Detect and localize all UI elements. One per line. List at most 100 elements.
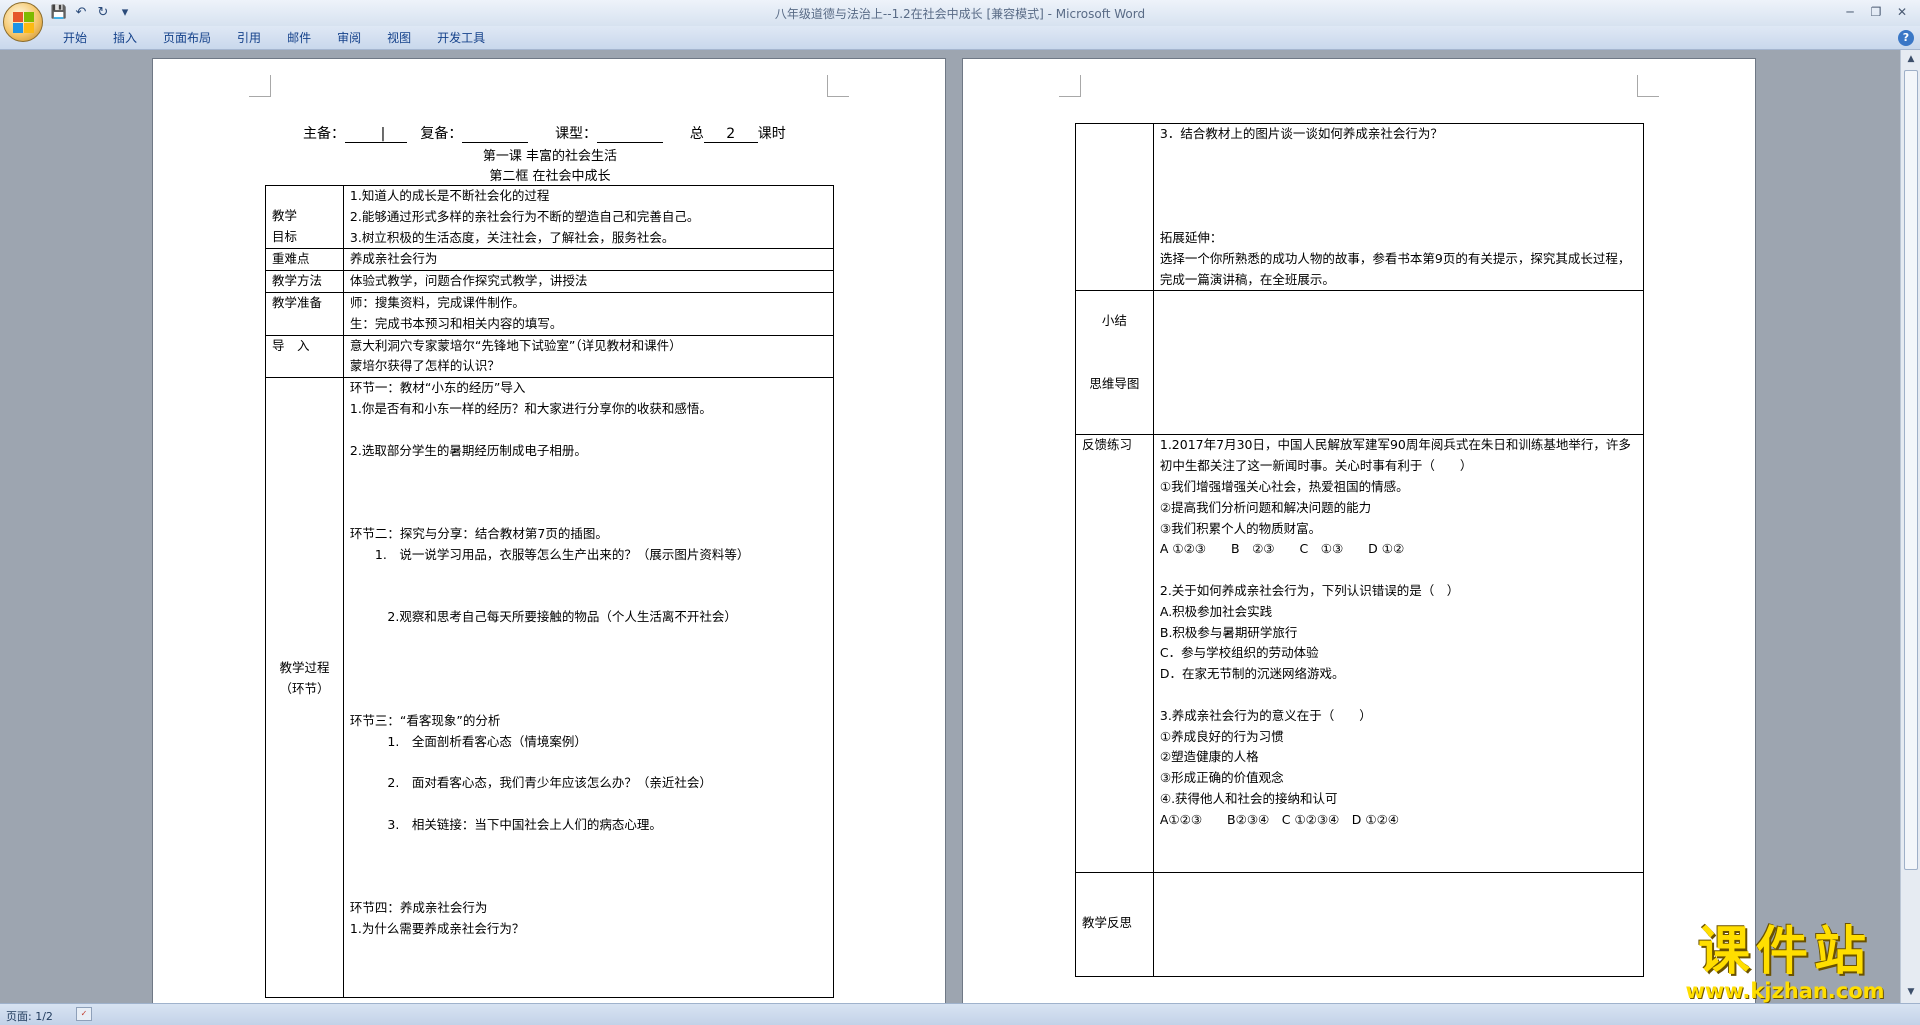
text-line: 2.关于如何养成亲社会行为，下列认识错误的是（ ） — [1159, 582, 1460, 598]
ribbon-tab[interactable]: 视图 — [374, 29, 424, 47]
text-line — [1160, 685, 1637, 706]
table-row: 重难点 养成亲社会行为 — [265, 248, 835, 272]
text-line — [350, 690, 827, 711]
text-line — [350, 503, 827, 524]
help-icon[interactable]: ? — [1898, 30, 1914, 46]
text-line: ①我们增强增强关心社会，热爱祖国的情感。 — [1159, 478, 1409, 494]
table-row: 反馈练习 1.2017年7月30日，中国人民解放军建军90周年阅兵式在朱日和训练… — [1075, 434, 1645, 874]
text-line: 1.你是否有和小东一样的经历？和大家进行分享你的收获和感悟。 — [349, 400, 712, 416]
scroll-up-icon[interactable]: ▲ — [1904, 52, 1918, 66]
scroll-thumb[interactable] — [1904, 70, 1918, 870]
section-title: 第二框 在社会中成长 — [489, 169, 611, 184]
text-line: 环节三：“看客现象”的分析 — [349, 712, 501, 728]
text-line: ②塑造健康的人格 — [1159, 749, 1259, 765]
table-row: 教学准备 师：搜集资料，完成课件制作。 生：完成书本预习和相关内容的填写。 — [265, 291, 835, 336]
text-line: 选择一个你所熟悉的成功人物的故事，参看书本第9页的有关提示，探究其成长过程，完成… — [1159, 250, 1631, 287]
intro-cell[interactable]: 意大利洞穴专家蒙培尔“先锋地下试验室”（详见教材和课件） 蒙培尔获得了怎样的认识… — [342, 334, 835, 379]
total-hours[interactable]: 2 — [703, 126, 758, 143]
process-cell[interactable]: 环节一：教材“小东的经历”导入 1.你是否有和小东一样的经历？和大家进行分享你的收… — [342, 377, 835, 999]
prep-cell[interactable]: 师：搜集资料，完成课件制作。 生：完成书本预习和相关内容的填写。 — [342, 291, 835, 336]
text-line: 环节四：养成亲社会行为 — [349, 900, 488, 916]
intro-item: 意大利洞穴专家蒙培尔“先锋地下试验室”（详见教材和课件） — [349, 337, 682, 353]
text-line: 环节一：教材“小东的经历”导入 — [349, 380, 526, 396]
text-line — [350, 420, 827, 441]
intro-label: 导 入 — [265, 334, 344, 379]
ribbon-tab[interactable]: 页面布局 — [150, 29, 224, 47]
key-label: 重难点 — [265, 248, 344, 272]
text-line: ④.获得他人和社会的接纳和认可 — [1159, 790, 1338, 806]
feedback-cell[interactable]: 1.2017年7月30日，中国人民解放军建军90周年阅兵式在朱日和训练基地举行，… — [1152, 434, 1645, 874]
text-line: A.积极参加社会实践 — [1159, 603, 1273, 619]
zhubei-blank[interactable]: | — [345, 126, 407, 143]
text-line: 1. 说一说学习用品，衣服等怎么生产出来的？（展示图片资料等） — [349, 546, 750, 562]
text-line: ③形成正确的价值观念 — [1159, 770, 1284, 786]
text-line — [350, 649, 827, 670]
key-cell[interactable]: 养成亲社会行为 — [342, 248, 835, 272]
summary-cell[interactable] — [1152, 290, 1645, 436]
ribbon-tabs: 开始 插入 页面布局 引用 邮件 审阅 视图 开发工具 — [50, 29, 498, 47]
text-line: ②提高我们分析问题和解决问题的能力 — [1159, 499, 1372, 515]
office-button[interactable] — [3, 2, 43, 42]
text-line: 1.2017年7月30日，中国人民解放军建军90周年阅兵式在朱日和训练基地举行，… — [1159, 437, 1631, 474]
ribbon-tab-bar: 开始 插入 页面布局 引用 邮件 审阅 视图 开发工具 ? — [0, 26, 1920, 50]
title-bar: 💾 ↶ ↻ ▾ 八年级道德与法治上--1.2在社会中成长 [兼容模式] - Mi… — [0, 0, 1920, 26]
table-row: 教学过程 （环节） 环节一：教材“小东的经历”导入 1.你是否有和小东一样的经历？… — [265, 377, 835, 999]
goal-item: 3.树立积极的生活态度，关注社会，了解社会，服务社会。 — [349, 229, 675, 245]
summary-label: 小结 思维导图 — [1075, 290, 1154, 436]
document-page-1[interactable]: 主备： | 复备： 课型： 总 2 课时 第一课 丰富的社会生活 第二框 在社会中成… — [152, 58, 946, 1008]
fubei-blank[interactable] — [462, 126, 529, 143]
goals-cell[interactable]: 1.知道人的成长是不断社会化的过程 2.能够通过形式多样的亲社会行为不断的塑造自… — [342, 184, 835, 250]
table-row: 教学反思 — [1075, 872, 1645, 978]
lesson-title: 第一课 丰富的社会生活 — [482, 149, 618, 164]
crop-mark — [1059, 75, 1081, 97]
proofing-icon[interactable]: ✓ — [76, 1007, 92, 1021]
text-line: 3．结合教材上的图片谈一谈如何养成亲社会行为？ — [1159, 126, 1443, 141]
page-count[interactable]: 页面: 1/2 — [6, 1008, 53, 1024]
office-logo-icon — [13, 12, 35, 34]
method-label: 教学方法 — [265, 270, 344, 293]
text-line: 环节二：探究与分享：结合教材第7页的插图。 — [349, 525, 608, 541]
ribbon-tab[interactable]: 开发工具 — [424, 29, 498, 47]
text-line — [350, 669, 827, 690]
scroll-down-icon[interactable]: ▼ — [1904, 985, 1918, 999]
method-cell[interactable]: 体验式教学，问题合作探究式教学，讲授法 — [342, 270, 835, 293]
text-line — [1160, 207, 1637, 228]
text-line — [350, 857, 827, 878]
lesson-plan-table: 教学 目标 1.知道人的成长是不断社会化的过程 2.能够通过形式多样的亲社会行为… — [265, 184, 835, 999]
kexing-blank[interactable] — [597, 126, 664, 143]
continuation-cell[interactable]: 3．结合教材上的图片谈一谈如何养成亲社会行为？ 拓展延伸： 选择一个你所熟悉的成功人… — [1152, 122, 1645, 292]
reflect-cell[interactable] — [1152, 872, 1645, 978]
text-line: B.积极参与暑期研学旅行 — [1159, 624, 1298, 640]
lesson-plan-table-continued: 3．结合教材上的图片谈一谈如何养成亲社会行为？ 拓展延伸： 选择一个你所熟悉的成功人… — [1075, 122, 1645, 978]
ribbon-tab[interactable]: 插入 — [100, 29, 150, 47]
document-page-2[interactable]: 3．结合教材上的图片谈一谈如何养成亲社会行为？ 拓展延伸： 选择一个你所熟悉的成功人… — [962, 58, 1756, 1008]
crop-mark — [249, 75, 271, 97]
reflect-label: 教学反思 — [1075, 872, 1154, 978]
text-line — [1160, 166, 1637, 187]
text-line — [1160, 560, 1637, 581]
text-line — [1160, 145, 1637, 166]
text-line: D．在家无节制的沉迷网络游戏。 — [1159, 666, 1345, 682]
text-line: 3.养成亲社会行为的意义在于（ ） — [1159, 707, 1372, 723]
text-line — [350, 753, 827, 774]
watermark-url: www.kjzhan.com — [1685, 979, 1885, 1003]
text-line — [1160, 186, 1637, 207]
ribbon-tab[interactable]: 开始 — [50, 29, 100, 47]
feedback-label: 反馈练习 — [1075, 434, 1154, 874]
ribbon-tab[interactable]: 邮件 — [274, 29, 324, 47]
fubei-label: 复备： — [420, 126, 463, 142]
vertical-scrollbar[interactable]: ▲ ▼ — [1900, 50, 1920, 1003]
text-line — [350, 461, 827, 482]
close-icon[interactable]: ✕ — [1890, 3, 1914, 21]
text-line — [350, 836, 827, 857]
zhubei-label: 主备： — [303, 126, 345, 142]
goal-item: 1.知道人的成长是不断社会化的过程 — [349, 188, 550, 203]
crop-mark — [1637, 75, 1659, 97]
ribbon-tab[interactable]: 审阅 — [324, 29, 374, 47]
minimize-icon[interactable]: ─ — [1838, 3, 1862, 21]
text-line — [350, 565, 827, 586]
ribbon-tab[interactable]: 引用 — [224, 29, 274, 47]
cont-label — [1075, 122, 1154, 292]
restore-icon[interactable]: ❐ — [1864, 3, 1888, 21]
text-line — [350, 877, 827, 898]
